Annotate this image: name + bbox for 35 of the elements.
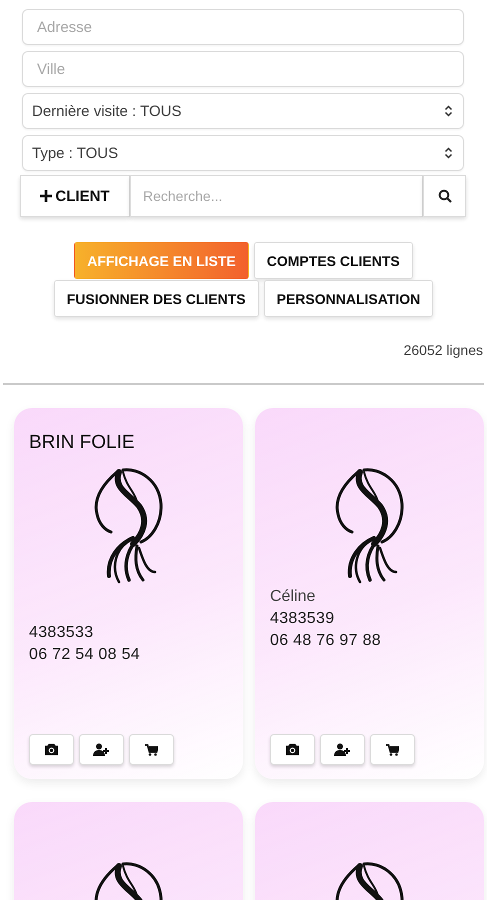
search-button[interactable] — [423, 175, 466, 217]
client-card[interactable]: BRIN FOLIE 4383533 06 72 54 08 54 — [14, 408, 243, 779]
add-user-icon — [334, 743, 351, 756]
sort-caret-icon — [444, 105, 453, 117]
client-phone: 06 72 54 08 54 — [29, 646, 141, 664]
view-tab[interactable]: FUSIONNER DES CLIENTS — [54, 280, 259, 317]
cart-button[interactable] — [129, 734, 174, 765]
client-first-name: Céline — [270, 588, 316, 606]
client-card[interactable]: Céline 4383539 06 48 76 97 88 — [255, 408, 484, 779]
sort-caret-icon — [444, 147, 453, 159]
client-phone: 06 48 76 97 88 — [270, 632, 382, 650]
text-field[interactable]: Adresse — [22, 9, 464, 45]
camera-button[interactable] — [29, 734, 74, 765]
search-icon — [438, 189, 452, 203]
add-user-icon — [93, 743, 110, 756]
client-code: 4383533 — [29, 624, 94, 642]
camera-button[interactable] — [270, 734, 315, 765]
cart-icon — [145, 744, 158, 756]
add-user-button[interactable] — [79, 734, 124, 765]
view-tab[interactable]: PERSONNALISATION — [264, 280, 434, 317]
select-field[interactable]: Type : TOUS — [22, 135, 464, 171]
client-name: BRIN FOLIE — [29, 432, 136, 454]
client-code: 4383539 — [270, 610, 336, 628]
row-count: 26052 lignes — [404, 342, 483, 358]
cart-button[interactable] — [370, 734, 415, 765]
camera-icon — [44, 743, 59, 756]
add-client-button[interactable]: CLIENT — [20, 175, 130, 217]
camera-icon — [285, 743, 300, 756]
search-field[interactable]: Recherche... — [130, 175, 423, 217]
plus-icon — [40, 190, 52, 202]
cart-icon — [386, 744, 399, 756]
text-field[interactable]: Ville — [22, 51, 464, 87]
add-user-button[interactable] — [320, 734, 365, 765]
select-field[interactable]: Dernière visite : TOUS — [22, 93, 464, 129]
view-tab[interactable]: COMPTES CLIENTS — [254, 242, 413, 279]
